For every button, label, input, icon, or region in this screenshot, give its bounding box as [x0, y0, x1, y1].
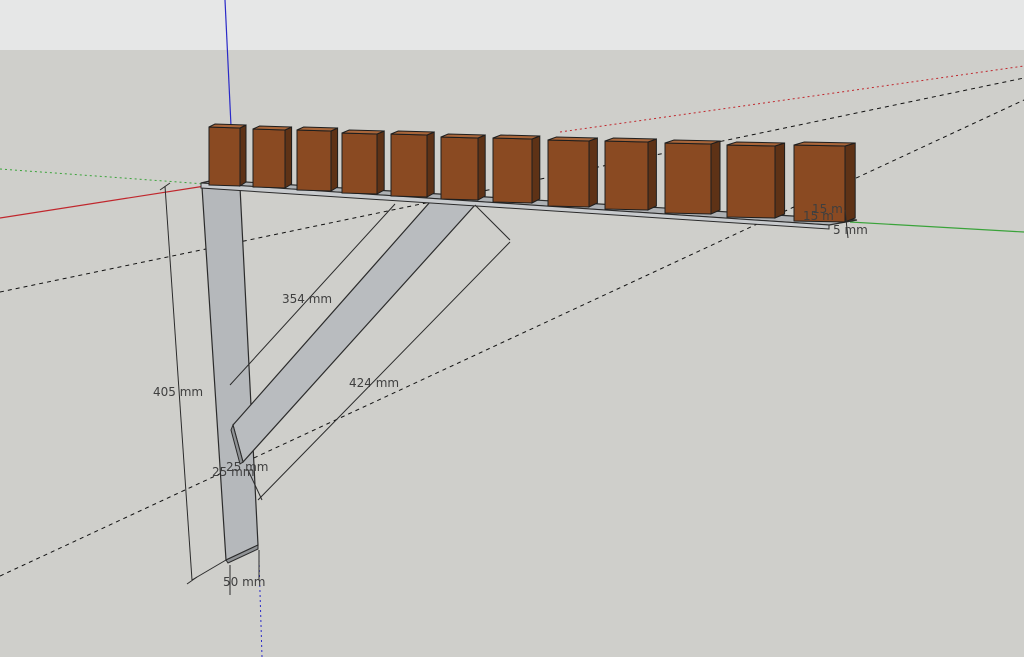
wood-block-front[interactable] — [664, 142, 712, 215]
wood-block-top — [208, 123, 247, 129]
wood-block-side — [710, 140, 721, 215]
wood-block-front[interactable] — [252, 128, 286, 189]
wood-block-top — [604, 137, 657, 143]
dim-top-depth: 15 m — [803, 209, 834, 223]
wood-block-front[interactable] — [208, 126, 241, 187]
wood-block-side — [531, 135, 541, 204]
wood-block-front[interactable] — [492, 137, 533, 204]
wood-block-top — [492, 134, 540, 140]
wood-block-front[interactable] — [341, 132, 378, 195]
wood-block-top — [547, 136, 598, 142]
dim-shelf-thickness: 5 mm — [833, 223, 868, 237]
wood-block-top — [296, 126, 338, 132]
wood-block-side — [239, 124, 247, 187]
wood-block-front[interactable] — [547, 139, 590, 208]
wood-block-front[interactable] — [726, 144, 776, 219]
dim-diagonal-length: 424 mm — [349, 376, 399, 390]
wood-block-top — [726, 141, 785, 147]
wood-block-side — [284, 126, 293, 189]
wood-block-front[interactable] — [390, 133, 428, 198]
dim-small-b: 25 mm — [226, 460, 268, 474]
wood-block-side — [588, 137, 598, 208]
wood-block-front[interactable] — [440, 136, 479, 201]
wood-block-front[interactable] — [604, 140, 649, 211]
wood-block-top — [341, 129, 385, 135]
wood-block-front[interactable] — [296, 129, 332, 192]
wood-block-side — [330, 127, 339, 192]
wood-block-top — [440, 133, 486, 139]
dim-vertical-length: 405 mm — [153, 385, 203, 399]
wood-block-top — [252, 125, 292, 131]
wood-block-top — [793, 141, 856, 147]
wood-block-side — [844, 142, 856, 223]
sky-background — [0, 0, 1024, 50]
wood-block-side — [376, 130, 385, 195]
dim-base-width: 50 mm — [223, 575, 265, 589]
wood-block-top — [390, 130, 435, 136]
wood-block-side — [426, 131, 435, 198]
wood-block-side — [774, 142, 786, 219]
wood-block-top — [664, 139, 721, 145]
wood-block-side — [647, 138, 657, 211]
3d-scene[interactable]: 405 mm 354 mm 424 mm 50 mm 25 mm 25 mm 1… — [0, 0, 1024, 657]
modeling-viewport[interactable]: 405 mm 354 mm 424 mm 50 mm 25 mm 25 mm 1… — [0, 0, 1024, 657]
wood-block-side — [477, 134, 486, 201]
dim-strut-length: 354 mm — [282, 292, 332, 306]
